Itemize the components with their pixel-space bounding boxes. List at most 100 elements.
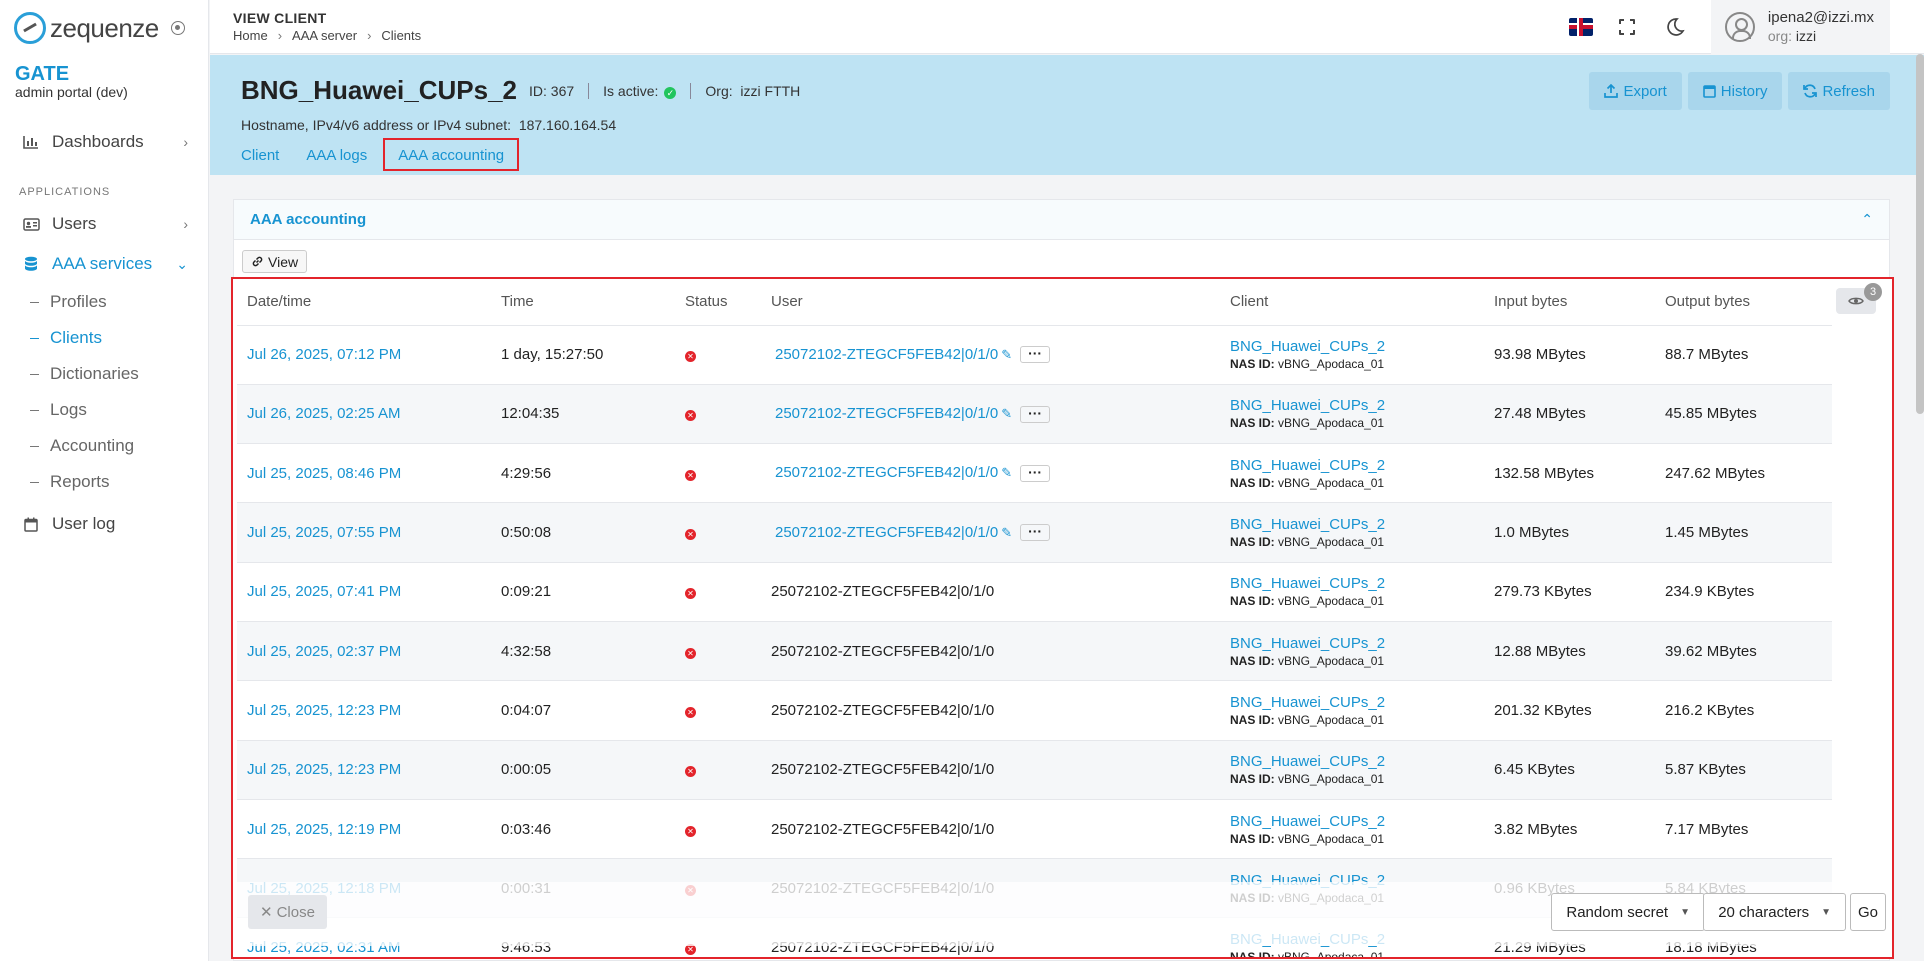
sidebar-subitem-reports[interactable]: Reports [0, 464, 208, 500]
cell-datetime[interactable]: Jul 25, 2025, 07:55 PM [237, 502, 491, 563]
cell-client: BNG_Huawei_CUPs_2NAS ID: vBNG_Apodaca_01 [1220, 502, 1484, 563]
page-scrollbar[interactable] [1916, 54, 1924, 414]
cell-output-bytes: 216.2 KBytes [1655, 680, 1832, 741]
client-link[interactable]: BNG_Huawei_CUPs_2 [1230, 574, 1484, 593]
breadcrumb-home[interactable]: Home [233, 28, 268, 43]
client-link[interactable]: BNG_Huawei_CUPs_2 [1230, 456, 1484, 475]
client-host: Hostname, IPv4/v6 address or IPv4 subnet… [241, 117, 616, 133]
view-button[interactable]: View [242, 250, 308, 273]
sidebar-subitem-dictionaries[interactable]: Dictionaries [0, 356, 208, 392]
moon-icon[interactable] [1663, 15, 1687, 39]
client-name: BNG_Huawei_CUPs_2 [241, 75, 517, 105]
cell-status: ✕ [675, 562, 761, 622]
sidebar-subitem-logs[interactable]: Logs [0, 392, 208, 428]
logo[interactable]: zequenze [0, 0, 208, 44]
sidebar-item-user-log[interactable]: User log [0, 504, 208, 544]
cell-datetime[interactable]: Jul 25, 2025, 07:41 PM [237, 562, 491, 622]
cell-status: ✕ [675, 443, 761, 504]
client-link[interactable]: BNG_Huawei_CUPs_2 [1230, 515, 1484, 534]
cell-datetime[interactable]: Jul 25, 2025, 12:23 PM [237, 740, 491, 800]
secret-length-value: 20 characters [1718, 903, 1810, 921]
fullscreen-icon[interactable] [1615, 15, 1639, 39]
breadcrumb-aaa-server[interactable]: AAA server [292, 28, 357, 43]
nas-id-value: vBNG_Apodaca_01 [1278, 831, 1385, 846]
logo-text: zequenze [50, 12, 159, 43]
column-datetime[interactable]: Date/time [237, 279, 491, 326]
edit-icon[interactable]: ✎ [1001, 347, 1012, 362]
column-client[interactable]: Client [1220, 279, 1484, 326]
client-link[interactable]: BNG_Huawei_CUPs_2 [1230, 337, 1484, 356]
user-menu[interactable]: ipena2@izzi.mx org: izzi [1710, 0, 1890, 54]
column-output-bytes[interactable]: Output bytes [1655, 279, 1832, 326]
sidebar-item-dashboards[interactable]: Dashboards › [0, 122, 208, 162]
cell-time: 0:04:07 [491, 680, 675, 741]
error-circle-icon: ✕ [685, 766, 696, 778]
column-input-bytes[interactable]: Input bytes [1484, 279, 1655, 326]
history-button[interactable]: History [1687, 72, 1783, 110]
cell-datetime[interactable]: Jul 25, 2025, 12:23 PM [237, 680, 491, 741]
refresh-label: Refresh [1822, 82, 1875, 100]
sidebar-item-aaa-services[interactable]: AAA services ⌄ [0, 244, 208, 284]
client-link[interactable]: BNG_Huawei_CUPs_2 [1230, 693, 1484, 712]
uk-flag-icon[interactable] [1568, 18, 1593, 36]
more-button[interactable]: ··· [1020, 346, 1051, 364]
tab-aaa-accounting[interactable]: AAA accounting [383, 138, 520, 171]
dash-icon [30, 301, 39, 303]
more-button[interactable]: ··· [1020, 465, 1051, 482]
export-button[interactable]: Export [1589, 72, 1682, 110]
close-button[interactable]: ✕ Close [248, 895, 327, 929]
cell-time: 4:29:56 [491, 443, 675, 504]
table-row: Jul 26, 2025, 07:12 PM 1 day, 15:27:50 ✕ 25… [237, 325, 1832, 385]
tab-client[interactable]: Client [241, 138, 304, 171]
chevron-right-icon: › [183, 216, 188, 232]
cell-datetime[interactable]: Jul 25, 2025, 08:46 PM [237, 443, 491, 504]
go-button[interactable]: Go [1850, 893, 1886, 931]
panel-header[interactable]: AAA accounting ⌃ [234, 200, 1889, 240]
cell-datetime[interactable]: Jul 25, 2025, 02:37 PM [237, 621, 491, 682]
column-status[interactable]: Status [675, 279, 761, 326]
error-circle-icon: ✕ [685, 706, 696, 718]
user-link[interactable]: 25072102-ZTEGCF5FEB42|0/1/0 [775, 464, 998, 481]
column-visibility-button[interactable]: 3 [1836, 283, 1882, 314]
cell-datetime[interactable]: Jul 26, 2025, 07:12 PM [237, 325, 491, 385]
breadcrumb-clients[interactable]: Clients [381, 28, 421, 43]
sidebar-subitem-clients[interactable]: Clients [0, 320, 208, 356]
user-link[interactable]: 25072102-ZTEGCF5FEB42|0/1/0 [775, 524, 998, 541]
more-button[interactable]: ··· [1020, 405, 1051, 423]
tab-aaa-logs[interactable]: AAA logs [306, 138, 381, 171]
client-id-label: ID: [529, 82, 547, 99]
chevron-up-icon[interactable]: ⌃ [1861, 211, 1873, 228]
secret-type-select[interactable]: Random secret ▼ [1551, 893, 1705, 931]
cell-user: 25072102-ZTEGCF5FEB42|0/1/0 [761, 621, 1220, 682]
column-time[interactable]: Time [491, 279, 675, 326]
client-link[interactable]: BNG_Huawei_CUPs_2 [1230, 396, 1484, 415]
edit-icon[interactable]: ✎ [1001, 525, 1012, 540]
sidebar-item-label: Users [52, 214, 97, 233]
cell-status: ✕ [675, 325, 761, 385]
nas-id-label: NAS ID: [1230, 831, 1275, 846]
user-link[interactable]: 25072102-ZTEGCF5FEB42|0/1/0 [775, 405, 998, 422]
pin-icon[interactable] [170, 21, 185, 35]
upload-icon [1604, 84, 1619, 98]
edit-icon[interactable]: ✎ [1001, 465, 1012, 480]
id-card-icon [22, 216, 40, 232]
nas-id-label: NAS ID: [1230, 712, 1275, 727]
sidebar-subitem-profiles[interactable]: Profiles [0, 284, 208, 320]
table-row: Jul 25, 2025, 07:55 PM 0:50:08 ✕ 25072102-Z… [237, 502, 1832, 563]
sidebar-subitem-accounting[interactable]: Accounting [0, 428, 208, 464]
sidebar-item-users[interactable]: Users › [0, 204, 208, 244]
refresh-button[interactable]: Refresh [1788, 72, 1890, 110]
column-user[interactable]: User [761, 279, 1220, 326]
nas-id-label: NAS ID: [1230, 772, 1275, 787]
edit-icon[interactable]: ✎ [1001, 406, 1012, 421]
chevron-right-icon: › [183, 134, 188, 150]
cell-output-bytes: 45.85 MBytes [1655, 384, 1832, 445]
secret-length-select[interactable]: 20 characters ▼ [1703, 893, 1846, 931]
cell-datetime[interactable]: Jul 26, 2025, 02:25 AM [237, 384, 491, 445]
client-link[interactable]: BNG_Huawei_CUPs_2 [1230, 752, 1484, 771]
client-link[interactable]: BNG_Huawei_CUPs_2 [1230, 812, 1484, 831]
user-link[interactable]: 25072102-ZTEGCF5FEB42|0/1/0 [775, 346, 998, 363]
cell-datetime[interactable]: Jul 25, 2025, 12:19 PM [237, 799, 491, 860]
more-button[interactable]: ··· [1020, 524, 1051, 542]
client-link[interactable]: BNG_Huawei_CUPs_2 [1230, 634, 1484, 653]
